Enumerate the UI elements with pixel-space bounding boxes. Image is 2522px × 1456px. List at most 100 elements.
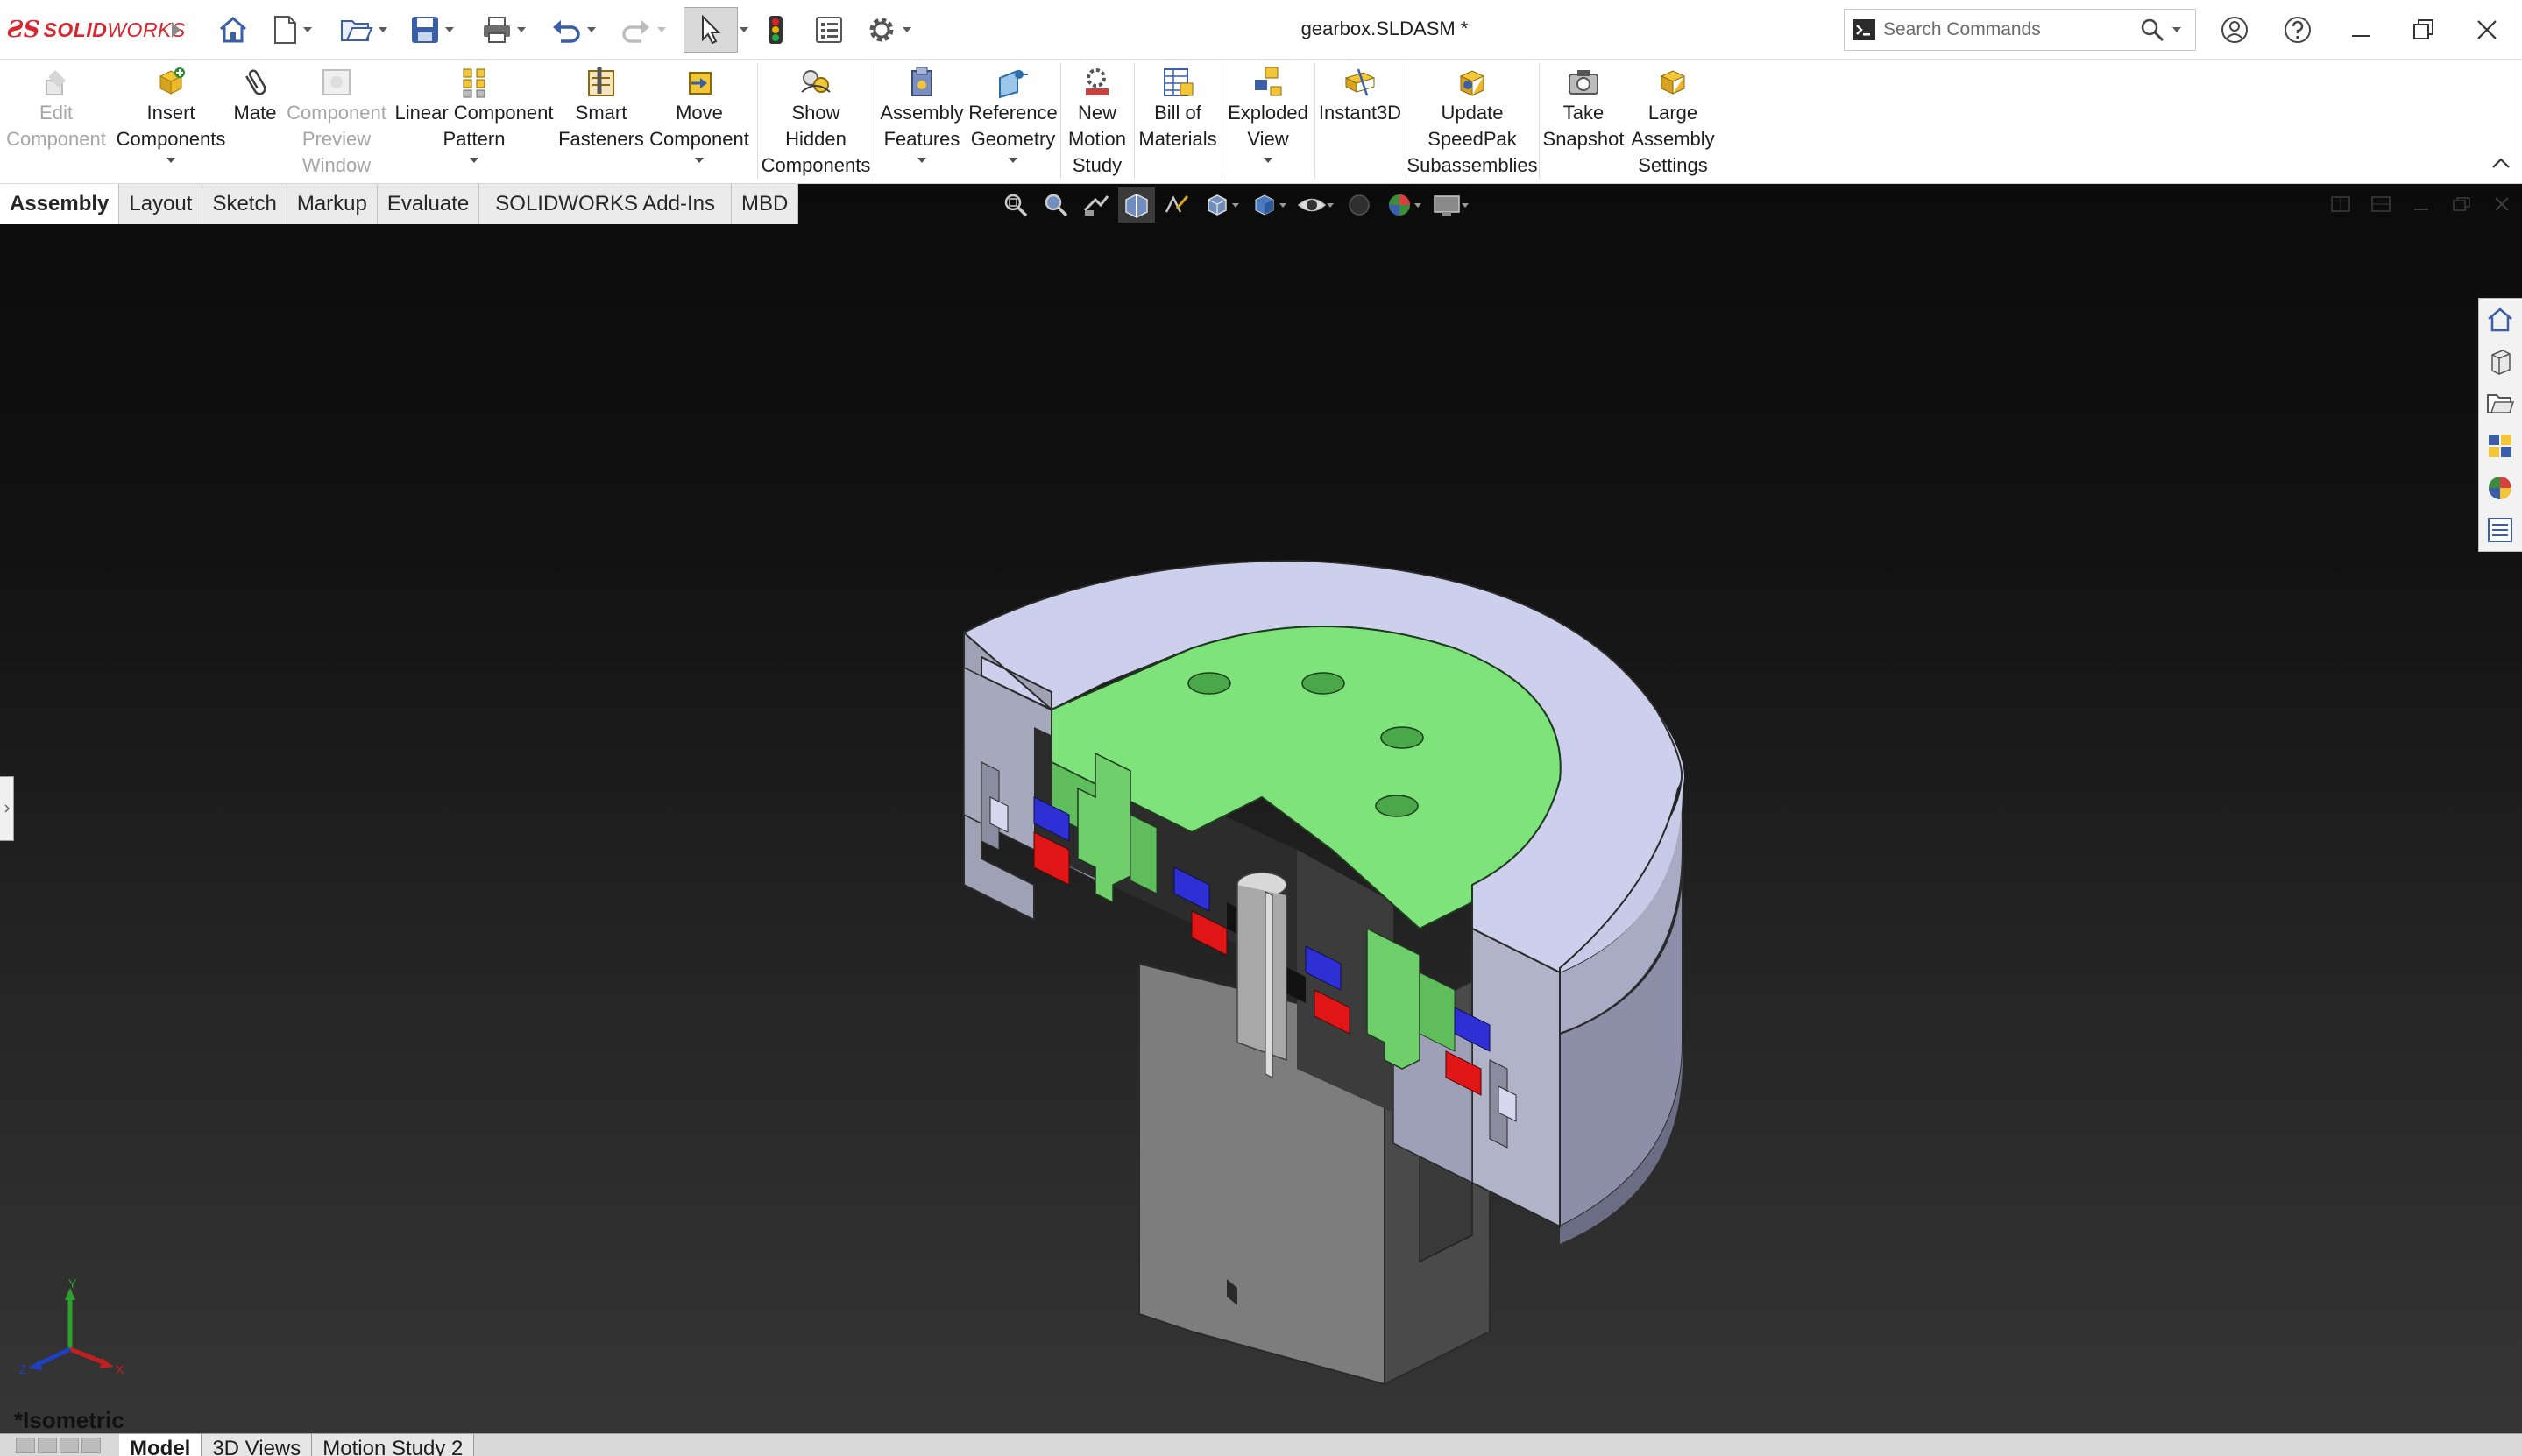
assembly-features-button[interactable]: Assembly Features xyxy=(876,65,967,163)
solidworks-resources-home-icon[interactable] xyxy=(2479,299,2521,341)
tab-motion-study-2[interactable]: Motion Study 2 xyxy=(312,1434,475,1456)
instant3d-icon xyxy=(1341,65,1379,100)
apply-scene-icon[interactable] xyxy=(1381,187,1418,223)
view-orientation-dropdown-icon[interactable] xyxy=(1232,202,1239,208)
tab-evaluate[interactable]: Evaluate xyxy=(377,184,480,224)
graphics-area[interactable]: Y X Z *Isometric xyxy=(0,184,2522,1433)
print-dropdown-icon[interactable] xyxy=(517,27,526,32)
restore-icon[interactable] xyxy=(2406,12,2441,47)
tab-model[interactable]: Model xyxy=(119,1434,202,1456)
rebuild-traffic-light-icon[interactable] xyxy=(768,12,783,47)
help-icon[interactable] xyxy=(2280,12,2315,47)
file-properties-icon[interactable] xyxy=(815,12,843,47)
reference-geometry-button[interactable]: Reference Geometry xyxy=(967,65,1059,163)
tab-sketch[interactable]: Sketch xyxy=(202,184,287,224)
save-icon[interactable] xyxy=(410,12,454,47)
edit-appearance-icon[interactable] xyxy=(1341,187,1378,223)
zoom-to-fit-icon[interactable] xyxy=(997,187,1034,223)
search-options-dropdown-icon[interactable] xyxy=(2167,12,2186,47)
smart-fasteners-button[interactable]: Smart Fasteners xyxy=(558,65,644,152)
open-icon[interactable] xyxy=(340,12,387,47)
tab-assembly[interactable]: Assembly xyxy=(0,184,120,224)
bill-of-materials-button[interactable]: Bill of Materials xyxy=(1136,65,1220,152)
dynamic-annotation-views-icon[interactable] xyxy=(1158,187,1195,223)
new-dropdown-icon[interactable] xyxy=(303,27,312,32)
user-account-icon[interactable] xyxy=(2217,12,2252,47)
tab-solidworks-add-ins[interactable]: SOLIDWORKS Add-Ins xyxy=(479,184,733,224)
options-dropdown-icon[interactable] xyxy=(903,27,911,32)
ribbon-separator xyxy=(1539,63,1540,179)
search-input[interactable] xyxy=(1883,19,2137,40)
move-component-button[interactable]: Move Component xyxy=(645,65,754,163)
select-arrow-icon[interactable] xyxy=(684,7,738,53)
viewport-restore-icon[interactable] xyxy=(2450,194,2473,214)
tab-layout[interactable]: Layout xyxy=(119,184,203,224)
undo-icon[interactable] xyxy=(550,12,596,47)
display-style-icon[interactable] xyxy=(1246,187,1283,223)
command-prompt-icon xyxy=(1845,10,1883,50)
custom-properties-icon[interactable] xyxy=(2479,509,2521,551)
file-explorer-icon[interactable] xyxy=(2479,383,2521,425)
scroll-prev-icon[interactable] xyxy=(38,1438,57,1453)
section-view-icon[interactable] xyxy=(1118,187,1155,223)
print-icon[interactable] xyxy=(482,12,526,47)
take-snapshot-button[interactable]: Take Snapshot xyxy=(1541,65,1626,152)
hide-show-items-icon[interactable] xyxy=(1293,187,1330,223)
previous-view-icon[interactable] xyxy=(1078,187,1115,223)
appearances-scenes-icon[interactable] xyxy=(2479,467,2521,509)
scroll-next-icon[interactable] xyxy=(60,1438,79,1453)
collapse-ribbon-icon[interactable] xyxy=(2489,151,2513,175)
gearbox-section-model[interactable] xyxy=(929,359,1700,1393)
large-assembly-settings-button[interactable]: Large Assembly Settings xyxy=(1626,65,1719,179)
exploded-view-dropdown-icon[interactable] xyxy=(1264,158,1272,163)
large-assembly-settings-icon xyxy=(1654,65,1692,100)
assembly-features-dropdown-icon[interactable] xyxy=(917,158,926,163)
search-commands-box[interactable] xyxy=(1844,9,2196,51)
new-document-icon[interactable] xyxy=(272,12,312,47)
close-icon[interactable] xyxy=(2469,12,2504,47)
scroll-last-icon[interactable] xyxy=(81,1438,101,1453)
view-settings-icon[interactable] xyxy=(1428,187,1465,223)
open-dropdown-icon[interactable] xyxy=(379,27,387,32)
viewport-split-icon[interactable] xyxy=(2329,194,2352,214)
viewport-close-icon[interactable] xyxy=(2490,194,2513,214)
show-hidden-components-button[interactable]: Show Hidden Components xyxy=(759,65,873,179)
view-orientation-icon[interactable] xyxy=(1199,187,1236,223)
linear-pattern-dropdown-icon[interactable] xyxy=(470,158,478,163)
new-motion-study-button[interactable]: New Motion Study xyxy=(1062,65,1132,179)
insert-components-button[interactable]: Insert Components xyxy=(112,65,230,163)
reference-geometry-dropdown-icon[interactable] xyxy=(1009,158,1017,163)
apply-scene-dropdown-icon[interactable] xyxy=(1414,202,1421,208)
tab-3d-views[interactable]: 3D Views xyxy=(202,1434,313,1456)
solidworks-wordmark: SOLIDWORKS xyxy=(43,18,186,41)
solidworks-logo[interactable]: ƧS SOLIDWORKS xyxy=(7,14,186,46)
move-component-dropdown-icon[interactable] xyxy=(695,158,704,163)
update-speedpak-subassemblies-button[interactable]: Update SpeedPak Subassemblies xyxy=(1406,65,1538,179)
select-dropdown-icon[interactable] xyxy=(740,12,748,47)
hide-show-dropdown-icon[interactable] xyxy=(1327,202,1334,208)
insert-components-dropdown-icon[interactable] xyxy=(166,158,175,163)
feature-manager-expand-handle[interactable] xyxy=(0,776,14,841)
viewport-split-horizontal-icon[interactable] xyxy=(2370,194,2392,214)
expand-menu-icon[interactable] xyxy=(170,12,182,47)
tab-markup[interactable]: Markup xyxy=(287,184,378,224)
minimize-icon[interactable] xyxy=(2343,12,2378,47)
tab-mbd[interactable]: MBD xyxy=(732,184,799,224)
display-style-dropdown-icon[interactable] xyxy=(1279,202,1286,208)
zoom-to-area-icon[interactable] xyxy=(1038,187,1074,223)
view-settings-dropdown-icon[interactable] xyxy=(1462,202,1469,208)
home-icon[interactable] xyxy=(217,12,249,47)
triad-y-label: Y xyxy=(68,1279,77,1290)
design-library-icon[interactable] xyxy=(2479,341,2521,383)
linear-component-pattern-button[interactable]: Linear Component Pattern xyxy=(391,65,557,163)
scroll-first-icon[interactable] xyxy=(16,1438,35,1453)
view-palette-icon[interactable] xyxy=(2479,425,2521,467)
mate-button[interactable]: Mate xyxy=(228,65,282,126)
instant3d-button[interactable]: Instant3D xyxy=(1316,65,1404,126)
undo-dropdown-icon[interactable] xyxy=(587,27,596,32)
options-gear-icon[interactable] xyxy=(866,12,911,47)
search-icon[interactable] xyxy=(2137,12,2167,47)
viewport-minimize-icon[interactable] xyxy=(2410,194,2433,214)
exploded-view-button[interactable]: Exploded View xyxy=(1223,65,1313,163)
save-dropdown-icon[interactable] xyxy=(445,27,454,32)
